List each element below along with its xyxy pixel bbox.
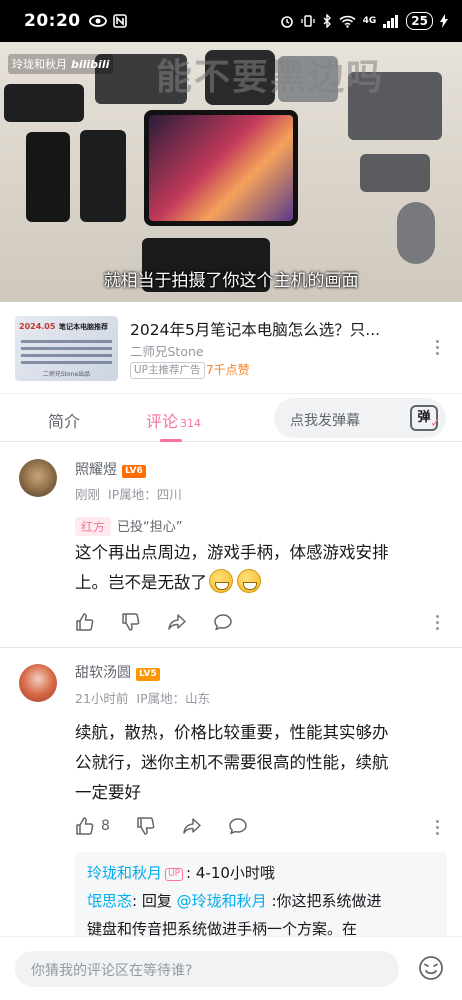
reply-item[interactable]: 氓思忞: 回复 @玲珑和秋月 :你这把系统做进 [87,890,382,911]
like-button[interactable]: 8 [75,816,110,836]
up-badge: UP [165,868,184,881]
like-count: 8 [101,818,110,834]
comment-time: 刚刚 [75,487,101,502]
promo-author[interactable]: 二师兄Stone [130,341,204,360]
video-tablet-shape [144,110,298,226]
level-badge: LV6 [122,465,146,478]
reply-text: 4-10小时哦 [195,864,275,882]
video-mouse-shape [397,202,435,264]
thumbs-up-icon [76,613,94,631]
vote-status: 已投“担心” [117,520,183,535]
danmaku-placeholder: 点我发弹幕 [290,413,360,429]
video-device-shape [360,154,430,192]
bottom-comment-bar: 你猜我的评论区在等待谁? [0,936,462,1000]
comment-more-icon[interactable] [436,615,440,633]
video-uploader-tag: 玲珑和秋月 [12,58,67,71]
promo-thumbnail[interactable]: 2024.05 笔记本电脑推荐 二师兄Stone出品 [15,316,118,381]
comment-ip: IP属地：四川 [108,487,182,502]
tab-intro[interactable]: 简介 [48,408,80,432]
promo-thumb-title: 笔记本电脑推荐 [59,323,108,331]
danmaku-input[interactable]: 点我发弹幕 弹 ✓ [274,398,446,438]
reply-button[interactable] [228,816,248,836]
reply-mention[interactable]: @玲珑和秋月 [177,892,267,910]
promo-title[interactable]: 2024年5月笔记本电脑怎么选？只... [130,318,410,340]
share-icon [183,818,201,834]
video-device-shape [26,132,70,222]
charging-icon [440,14,448,28]
thumbs-up-icon [76,817,94,835]
vote-side-badge: 红方 [75,517,112,536]
promo-likes: 7千点赞 [206,363,250,377]
comment-text: 续航，散热，价格比较重要，性能其实够办 公就行，迷你主机不需要很高的性能，续航 … [75,723,389,802]
promo-card[interactable]: 2024.05 笔记本电脑推荐 二师兄Stone出品 2024年5月笔记本电脑怎… [0,302,462,394]
comment-item: 照耀煜 LV6 刚刚 IP属地：四川 红方 已投“担心” 这个再出点周边，游戏手柄，体… [0,443,462,647]
level-badge: LV5 [136,668,160,681]
wifi-icon [339,15,356,28]
network-type: 4G [362,16,377,26]
promo-thumb-badge: 2024.05 [19,322,56,331]
comment-ip: IP属地：山东 [136,691,211,706]
bluetooth-icon [323,14,331,28]
promo-thumb-footer: 二师兄Stone出品 [42,371,91,378]
video-device-shape [4,84,84,122]
video-player[interactable]: 玲珑和秋月 bilibili 能不要黑边吗 就相当于拍摄了你这个主机的画面 [0,42,462,302]
nfc-icon [112,14,127,28]
share-button[interactable] [182,816,202,836]
video-device-shape [80,130,126,222]
comment-text: 这个再出点周边，游戏手柄，体感游戏安排 上。岂不是无敌了 [75,543,389,593]
reply-username[interactable]: 氓思忞 [87,892,132,910]
battery-level: 25 [406,12,433,30]
like-button[interactable] [75,612,95,632]
tab-comments-count: 314 [180,417,202,430]
status-bar: 20:20 4G 25 [0,0,462,42]
thumbs-down-icon [137,817,155,835]
tab-comments-label: 评论 [146,412,179,431]
reply-username[interactable]: 玲珑和秋月 [87,864,162,882]
vibrate-icon [300,15,315,27]
comment-icon [214,614,232,631]
dislike-button[interactable] [136,816,156,836]
dislike-button[interactable] [121,612,141,632]
avatar[interactable] [19,459,57,497]
emoji-icon[interactable] [418,955,444,981]
reply-text: :你这把系统做进 [271,892,382,910]
danmaku-toggle-icon[interactable]: 弹 ✓ [410,405,441,431]
avatar[interactable] [19,664,57,702]
comment-input[interactable]: 你猜我的评论区在等待谁? [15,951,399,987]
reply-button[interactable] [213,612,233,632]
comment-time: 21小时前 [75,691,129,706]
video-watermark: 能不要黑边吗 [156,57,385,98]
grin-emoji-icon [237,569,261,593]
tab-comments[interactable]: 评论 314 [146,408,201,432]
video-subtitle: 就相当于拍摄了你这个主机的画面 [103,271,359,291]
tab-bar: 简介 评论 314 点我发弹幕 弹 ✓ [0,394,462,442]
promo-ad-label: UP主推荐广告 [130,362,205,379]
grin-emoji-icon [209,569,233,593]
comment-username[interactable]: 甜软汤圆 [75,665,131,681]
comment-username[interactable]: 照耀煜 [75,462,117,478]
share-icon [168,614,186,630]
signal-icon [383,14,399,28]
alarm-icon [280,16,293,28]
thumbs-down-icon [122,613,140,631]
reply-preview-box[interactable]: 玲珑和秋月 UP: 4-10小时哦 氓思忞: 回复 @玲珑和秋月 :你这把系统做进… [75,852,447,940]
bilibili-logo: bilibili [71,58,110,71]
eye-icon [88,15,107,27]
tab-active-indicator [160,439,182,442]
comment-icon [229,818,247,835]
reply-item[interactable]: 玲珑和秋月 UP: 4-10小时哦 [87,862,275,883]
promo-more-icon[interactable] [436,340,440,358]
comment-more-icon[interactable] [436,820,440,838]
share-button[interactable] [167,612,187,632]
status-time: 20:20 [24,11,81,31]
